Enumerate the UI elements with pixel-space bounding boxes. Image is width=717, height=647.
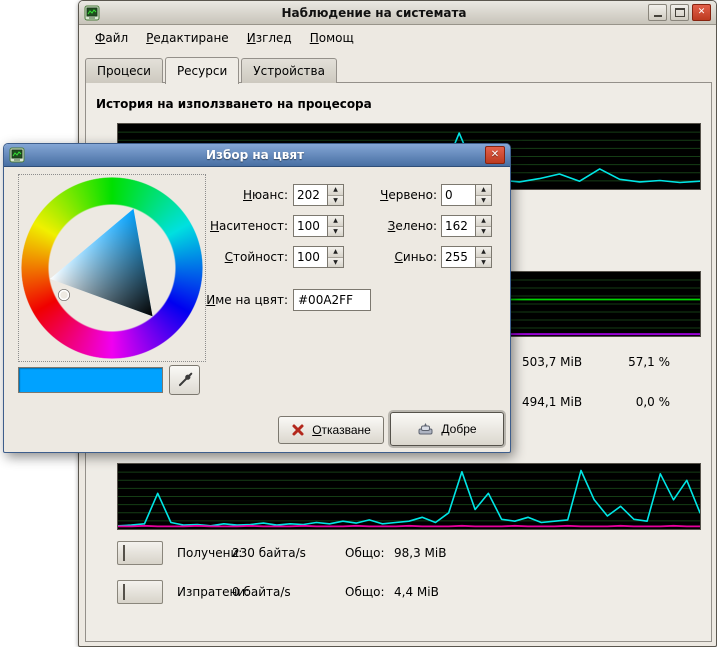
close-button[interactable]: ✕ (692, 4, 711, 21)
eyedropper-icon (177, 372, 193, 388)
color-name-input[interactable] (293, 289, 371, 311)
menu-file[interactable]: Файл (87, 28, 136, 48)
dialog-title: Избор на цвят (29, 148, 481, 162)
color-name-label: Име на цвят: (182, 289, 288, 311)
menu-edit[interactable]: Редактиране (138, 28, 237, 48)
cancel-x-icon (291, 423, 305, 437)
sent-color-button[interactable] (117, 580, 163, 604)
maximize-button[interactable] (670, 4, 689, 21)
green-spinbox: ▲▼ (441, 215, 492, 237)
dialog-close-icon: ✕ (491, 150, 499, 160)
green-label: Зелено: (344, 215, 437, 237)
main-titlebar[interactable]: Наблюдение на системата ✕ (79, 1, 716, 25)
minimize-icon (654, 8, 662, 17)
memory-used-value: 503,7 MiB (522, 355, 582, 369)
red-input[interactable] (442, 185, 475, 205)
cancel-button[interactable]: Отказване (278, 416, 384, 444)
sent-total: 4,4 MiB (394, 585, 439, 599)
red-spinbox: ▲▼ (441, 184, 492, 206)
blue-input[interactable] (442, 247, 475, 267)
tab-strip: Процеси Ресурси Устройства (85, 55, 339, 83)
selected-color-preview (18, 367, 163, 393)
close-icon: ✕ (698, 8, 706, 17)
received-total-label: Общо: (345, 546, 385, 560)
received-rate: 230 байта/s (232, 546, 306, 560)
saturation-spinbox: ▲▼ (293, 215, 344, 237)
saturation-label: Наситеност: (182, 215, 288, 237)
ok-button[interactable]: Добре (390, 412, 504, 446)
blue-label: Синьо: (344, 246, 437, 268)
red-down-arrow[interactable]: ▼ (476, 195, 491, 206)
sv-marker-ring (60, 291, 69, 300)
menubar: Файл Редактиране Изглед Помощ (79, 25, 716, 51)
sv-triangle[interactable] (19, 175, 205, 361)
eyedropper-button[interactable] (169, 365, 200, 395)
value-down-arrow[interactable]: ▼ (328, 257, 343, 268)
dialog-app-icon (9, 147, 25, 163)
app-icon (84, 5, 100, 21)
swap-used-percent: 0,0 % (586, 395, 670, 409)
cancel-button-label: Отказване (312, 423, 371, 437)
desktop: Наблюдение на системата ✕ Файл Редактира… (0, 0, 717, 647)
ok-button-label: Добре (441, 422, 476, 436)
red-up-arrow[interactable]: ▲ (476, 185, 491, 195)
value-label: Стойност: (182, 246, 288, 268)
ok-icon (417, 422, 434, 437)
dialog-titlebar[interactable]: Избор на цвят ✕ (4, 144, 510, 167)
menu-view[interactable]: Изглед (239, 28, 300, 48)
window-title: Наблюдение на системата (104, 6, 644, 20)
window-controls: ✕ (648, 4, 711, 21)
minimize-button[interactable] (648, 4, 667, 21)
value-up-arrow[interactable]: ▲ (328, 247, 343, 257)
tab-resources[interactable]: Ресурси (165, 57, 239, 84)
sent-total-label: Общо: (345, 585, 385, 599)
blue-down-arrow[interactable]: ▼ (476, 257, 491, 268)
received-total: 98,3 MiB (394, 546, 446, 560)
sent-color-swatch (123, 584, 125, 600)
hue-down-arrow[interactable]: ▼ (328, 195, 343, 206)
value-spinbox: ▲▼ (293, 246, 344, 268)
hue-up-arrow[interactable]: ▲ (328, 185, 343, 195)
color-picker-dialog: Избор на цвят ✕ (3, 143, 511, 453)
tab-devices[interactable]: Устройства (241, 58, 337, 83)
memory-used-percent: 57,1 % (586, 355, 670, 369)
value-input[interactable] (294, 247, 327, 267)
received-color-swatch (123, 545, 125, 561)
blue-spinbox: ▲▼ (441, 246, 492, 268)
tab-processes[interactable]: Процеси (85, 58, 163, 83)
green-input[interactable] (442, 216, 475, 236)
green-down-arrow[interactable]: ▼ (476, 226, 491, 237)
hue-spinbox: ▲▼ (293, 184, 344, 206)
menu-help[interactable]: Помощ (302, 28, 362, 48)
saturation-down-arrow[interactable]: ▼ (328, 226, 343, 237)
hue-input[interactable] (294, 185, 327, 205)
red-label: Червено: (344, 184, 437, 206)
saturation-input[interactable] (294, 216, 327, 236)
hsv-color-wheel[interactable] (18, 174, 206, 362)
green-up-arrow[interactable]: ▲ (476, 216, 491, 226)
swap-used-value: 494,1 MiB (522, 395, 582, 409)
blue-up-arrow[interactable]: ▲ (476, 247, 491, 257)
cpu-history-heading: История на използването на процесора (96, 97, 372, 111)
maximize-icon (675, 8, 685, 17)
dialog-close-button[interactable]: ✕ (485, 146, 505, 164)
received-color-button[interactable] (117, 541, 163, 565)
saturation-up-arrow[interactable]: ▲ (328, 216, 343, 226)
network-history-chart (117, 463, 701, 530)
hue-label: Нюанс: (182, 184, 288, 206)
sent-rate: 0 байта/s (232, 585, 291, 599)
